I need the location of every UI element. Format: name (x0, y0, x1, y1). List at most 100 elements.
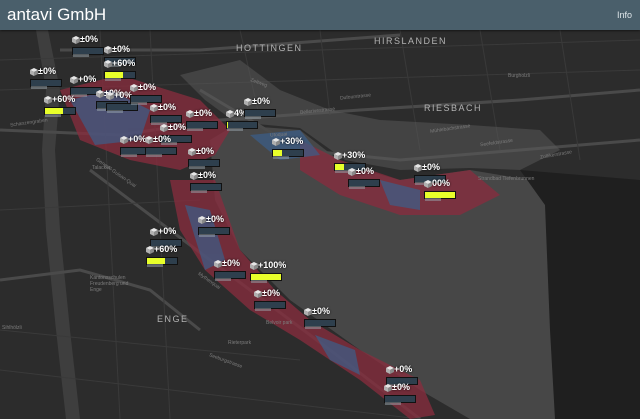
cube-icon (44, 96, 52, 104)
cube-icon (130, 84, 138, 92)
marker-caption (105, 78, 121, 81)
street-label: Strandbad Tiefenbrunnen (478, 176, 535, 182)
cube-icon (120, 136, 128, 144)
district-label: HIRSLANDEN (374, 36, 448, 46)
sensor-marker[interactable]: +60% (44, 94, 76, 120)
marker-caption (131, 102, 147, 105)
cube-icon (145, 136, 153, 144)
change-percent: +60% (52, 94, 76, 104)
change-percent: +0% (394, 364, 413, 374)
sensor-marker[interactable]: ±0% (145, 134, 177, 160)
sensor-marker[interactable]: ±0% (186, 108, 218, 134)
district-label: HOTTINGEN (236, 43, 303, 53)
district-label: RIESBACH (424, 103, 483, 113)
marker-caption (251, 280, 267, 283)
marker-caption (31, 86, 47, 89)
sensor-marker[interactable]: ±0% (72, 34, 104, 60)
sensor-marker[interactable]: ±0% (348, 166, 380, 192)
cube-icon (70, 76, 78, 84)
sensor-marker[interactable]: ±0% (214, 258, 246, 284)
change-percent: ±0% (153, 134, 171, 144)
cube-icon (198, 216, 206, 224)
street-label: Sihlhölzli (2, 325, 22, 331)
change-percent: +60% (112, 58, 136, 68)
change-percent: ±0% (158, 102, 176, 112)
marker-caption (215, 278, 231, 281)
marker-caption (425, 198, 441, 201)
marker-caption (73, 54, 89, 57)
sensor-marker[interactable]: +60% (146, 244, 178, 270)
change-percent: +0% (128, 134, 147, 144)
cube-icon (384, 384, 392, 392)
sensor-marker[interactable]: 00% (424, 178, 456, 204)
cube-icon (348, 168, 356, 176)
cube-icon (104, 46, 112, 54)
map-view[interactable]: HOTTINGEN HIRSLANDEN RIESBACH ENGE Zeltw… (0, 30, 640, 419)
change-percent: ±0% (206, 214, 224, 224)
change-percent: +60% (154, 244, 178, 254)
top-bar: antavi GmbH Info (0, 0, 640, 30)
cube-icon (414, 164, 422, 172)
sensor-marker[interactable]: ±0% (198, 214, 230, 240)
change-percent: ±0% (168, 122, 186, 132)
sensor-marker[interactable]: ±0% (254, 288, 286, 314)
cube-icon (150, 104, 158, 112)
cube-icon (146, 246, 154, 254)
marker-caption (227, 128, 243, 131)
street-label: Kantonsschulen Freudenberg und Enge (90, 275, 129, 293)
change-percent: ±0% (38, 66, 56, 76)
cube-icon (424, 180, 432, 188)
change-percent: +0% (78, 74, 97, 84)
marker-caption (273, 156, 289, 159)
marker-caption (385, 402, 401, 405)
street-label: Rieterpark (228, 340, 252, 346)
cube-icon (304, 308, 312, 316)
cube-icon (104, 60, 112, 68)
change-percent: ±0% (262, 288, 280, 298)
cube-icon (186, 110, 194, 118)
sensor-marker[interactable]: ±0% (384, 382, 416, 408)
cube-icon (72, 36, 80, 44)
marker-caption (146, 154, 162, 157)
change-percent: ±0% (392, 382, 410, 392)
change-percent: ±0% (222, 258, 240, 268)
marker-caption (305, 326, 321, 329)
marker-caption (191, 190, 207, 193)
district-label: ENGE (157, 314, 189, 324)
change-percent: ±0% (312, 306, 330, 316)
sensor-marker[interactable]: ±0% (190, 170, 222, 196)
cube-icon (106, 92, 114, 100)
street-label: Talacker (92, 165, 111, 171)
sensor-marker[interactable]: ±0% (244, 96, 276, 122)
marker-caption (349, 186, 365, 189)
info-link[interactable]: Info (617, 10, 632, 20)
marker-caption (45, 114, 61, 117)
change-percent: +0% (158, 226, 177, 236)
cube-icon (96, 90, 104, 98)
street-label: Belvoir park (266, 320, 293, 326)
sensor-marker[interactable]: ±0% (30, 66, 62, 92)
cube-icon (160, 124, 168, 132)
sensor-marker[interactable]: ±0% (188, 146, 220, 172)
marker-caption (121, 154, 137, 157)
marker-caption (107, 110, 123, 113)
change-percent: ±0% (80, 34, 98, 44)
marker-caption (189, 166, 205, 169)
sensor-marker[interactable]: +100% (250, 260, 286, 286)
change-percent: ±0% (198, 170, 216, 180)
change-percent: ±0% (138, 82, 156, 92)
sensor-marker[interactable]: +60% (104, 58, 136, 84)
cube-icon (188, 148, 196, 156)
change-percent: 00% (432, 178, 451, 188)
change-percent: +100% (258, 260, 287, 270)
sensor-marker[interactable]: ±0% (304, 306, 336, 332)
cube-icon (386, 366, 394, 374)
cube-icon (334, 152, 342, 160)
change-percent: ±0% (194, 108, 212, 118)
street-label: Burgholzli (508, 73, 530, 79)
cube-icon (150, 228, 158, 236)
change-percent: ±0% (196, 146, 214, 156)
cube-icon (226, 110, 234, 118)
sensor-marker[interactable]: +30% (272, 136, 304, 162)
cube-icon (272, 138, 280, 146)
